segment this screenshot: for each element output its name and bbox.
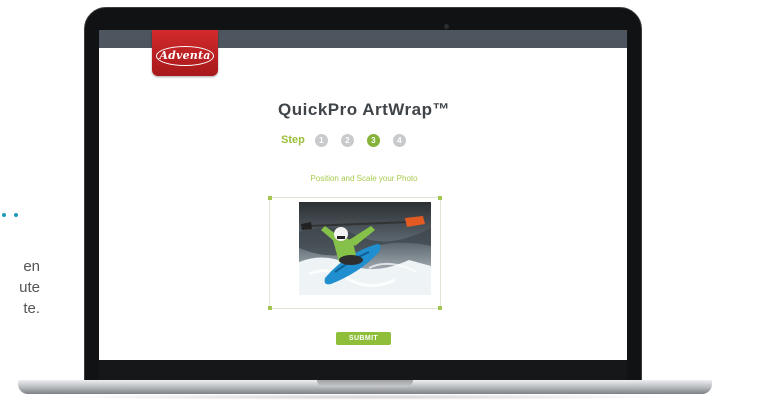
logo-wordmark: Adventa xyxy=(156,46,214,66)
resize-handle-top-left[interactable] xyxy=(268,196,272,200)
decorative-dots xyxy=(0,213,24,217)
page: en ute te. Adventa QuickPro ArtWrap™ Ste… xyxy=(0,0,779,403)
page-title: QuickPro ArtWrap™ xyxy=(278,100,450,119)
camera-icon xyxy=(444,24,449,29)
instruction-text: Position and Scale your Photo xyxy=(310,174,418,183)
side-line-2: ute xyxy=(19,279,40,296)
step-4-dot[interactable]: 4 xyxy=(392,133,406,147)
submit-button[interactable]: SUBMIT xyxy=(336,332,391,345)
side-line-3: te. xyxy=(23,300,40,317)
laptop-opening-notch xyxy=(317,380,413,387)
photo-crop-area[interactable] xyxy=(268,196,442,310)
dot xyxy=(14,213,18,217)
resize-handle-bottom-left[interactable] xyxy=(268,306,272,310)
laptop-screen: Adventa QuickPro ArtWrap™ Step 1 2 3 4 P… xyxy=(99,30,627,360)
step-1-dot[interactable]: 1 xyxy=(314,133,328,147)
step-indicator: Step 1 2 3 4 xyxy=(281,133,419,147)
user-photo[interactable] xyxy=(299,202,431,295)
kayak-photo-image xyxy=(299,202,431,295)
resize-handle-bottom-right[interactable] xyxy=(438,306,442,310)
step-3-dot[interactable]: 3 xyxy=(366,133,380,147)
dot xyxy=(2,213,6,217)
step-2-dot[interactable]: 2 xyxy=(340,133,354,147)
side-line-1: en xyxy=(23,258,40,275)
brand-logo[interactable]: Adventa xyxy=(152,30,218,76)
resize-handle-top-right[interactable] xyxy=(438,196,442,200)
screen-bottom-bezel xyxy=(99,360,627,382)
laptop-shadow xyxy=(40,394,690,400)
step-label: Step xyxy=(281,134,305,146)
side-description: en ute te. xyxy=(0,256,40,319)
